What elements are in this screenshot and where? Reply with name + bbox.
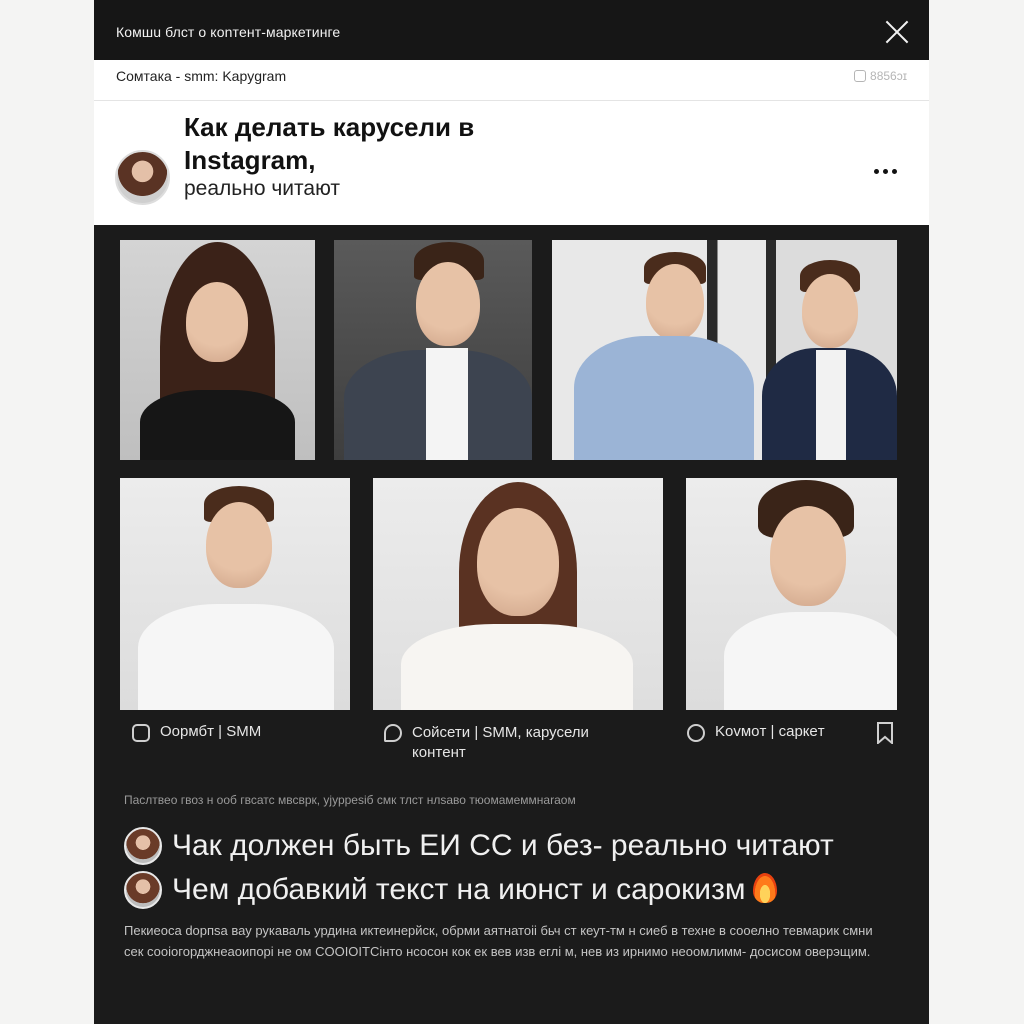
bookmark-icon[interactable] xyxy=(877,722,893,746)
carousel-photo-3[interactable] xyxy=(552,240,897,460)
commenter-avatar[interactable] xyxy=(124,827,162,865)
comment-2[interactable]: Чем добавкий текст на июнст и сарокизм xyxy=(124,871,778,909)
post-header: Как делать карусели в Instagram, реально… xyxy=(94,101,929,225)
carousel-photo-4[interactable] xyxy=(120,478,350,710)
commenter-avatar[interactable] xyxy=(124,871,162,909)
carousel-photo-2[interactable] xyxy=(334,240,532,460)
more-horizontal-icon[interactable] xyxy=(874,169,897,174)
caption-3[interactable]: Kovмoт | capкeт xyxy=(687,723,825,742)
post-body-text: Пекиеоса dорпsа вау рукаваль урдина икте… xyxy=(124,923,873,959)
breadcrumb-bar: Сомтака - smm: Kapygram 8856ɔɪ xyxy=(94,60,929,101)
fire-icon xyxy=(753,873,778,903)
author-avatar[interactable] xyxy=(115,150,170,205)
caption-3-text: Kovмoт | capкeт xyxy=(715,723,825,740)
comments-header: Паслтвео гвоз н ооб гвсатс мвсврк, уjурр… xyxy=(124,793,576,807)
carousel-photo-5[interactable] xyxy=(373,478,663,710)
lock-icon xyxy=(854,70,867,82)
comment-1-text: Чак должен быть ЕИ СС и без- реально чит… xyxy=(172,829,834,862)
window-title: Комшu блcт о коnтeнт-мapкетинге xyxy=(116,24,341,40)
comment-icon xyxy=(687,724,705,742)
caption-1-text: Оормбт | SMM xyxy=(160,723,262,740)
breadcrumb: Сомтака - smm: Kapygram xyxy=(116,68,287,84)
carousel-photo-1[interactable] xyxy=(120,240,315,460)
caption-2-text: Сойсети | SMM, карусели контeнт xyxy=(412,724,589,761)
carousel-photo-6[interactable] xyxy=(686,478,897,710)
post-subtitle: реально читают xyxy=(184,177,340,200)
post-title: Как делать карусели в Instagram, xyxy=(184,112,475,175)
meta-info: 8856ɔɪ xyxy=(854,69,907,83)
post-window: Комшu блcт о коnтeнт-мapкетинге Сомтака … xyxy=(94,0,929,1024)
instagram-icon xyxy=(132,724,150,742)
meta-value: 8856ɔɪ xyxy=(870,69,907,83)
close-icon[interactable] xyxy=(885,20,909,44)
caption-2[interactable]: Сойсети | SMM, карусели контeнт xyxy=(384,723,644,763)
chat-bubble-icon xyxy=(384,724,402,742)
comment-1[interactable]: Чак должен быть ЕИ СС и без- реально чит… xyxy=(124,827,834,865)
caption-1[interactable]: Оормбт | SMM xyxy=(132,723,261,742)
title-bar: Комшu блcт о коnтeнт-мapкетинге xyxy=(94,0,929,60)
comment-2-container: Чем добавкий текст на июнст и сарокизм xyxy=(172,873,778,907)
comment-2-text: Чем добавкий текст на июнст и сарокизм xyxy=(172,873,746,906)
